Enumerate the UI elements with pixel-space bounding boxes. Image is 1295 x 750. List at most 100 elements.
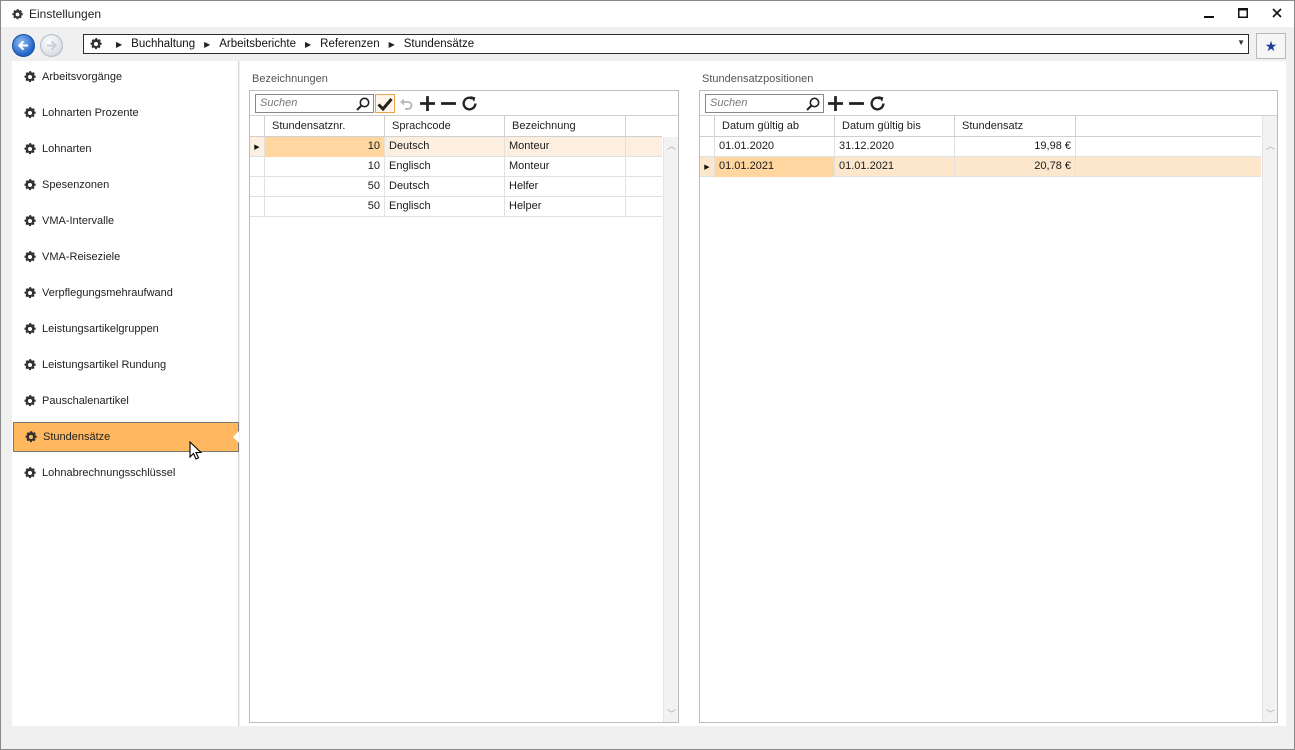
table-cell[interactable]: Monteur <box>505 157 626 177</box>
remove-button[interactable] <box>846 94 866 113</box>
row-indicator <box>250 197 265 216</box>
star-icon: ★ <box>1264 37 1278 54</box>
table-cell[interactable]: 01.01.2020 <box>715 137 835 157</box>
window-title: Einstellungen <box>29 7 102 21</box>
search-input[interactable]: Suchen <box>255 94 374 113</box>
sidebar-item[interactable]: Stundensätze <box>13 422 239 452</box>
close-button[interactable] <box>1260 1 1294 25</box>
add-button[interactable] <box>825 94 845 113</box>
row-filler <box>1076 137 1261 157</box>
minimize-button[interactable] <box>1192 1 1226 25</box>
scroll-up-icon[interactable]: ︿ <box>664 139 679 152</box>
favorite-button[interactable]: ★ <box>1256 33 1286 59</box>
search-input[interactable]: Suchen <box>705 94 824 113</box>
selection-notch <box>233 431 239 443</box>
sidebar-item[interactable]: Spesenzonen <box>13 170 239 200</box>
column-header[interactable]: Stundensatznr. <box>265 116 385 137</box>
sidebar-item-label: Verpflegungsmehraufwand <box>42 287 173 299</box>
scroll-down-icon[interactable]: ﹀ <box>664 707 679 720</box>
refresh-icon <box>462 96 477 111</box>
table-cell[interactable]: Monteur <box>505 137 626 157</box>
table-cell[interactable]: Helper <box>505 197 626 217</box>
add-button[interactable] <box>417 94 437 113</box>
sidebar-item[interactable]: Leistungsartikelgruppen <box>13 314 239 344</box>
header-indicator <box>700 116 715 137</box>
sidebar-item[interactable]: Lohnarten <box>13 134 239 164</box>
table-cell[interactable]: 19,98 € <box>955 137 1076 157</box>
forward-button[interactable] <box>40 34 63 57</box>
back-button[interactable] <box>12 34 35 57</box>
table-cell[interactable]: 50 <box>265 197 385 217</box>
refresh-icon <box>870 96 885 111</box>
search-icon <box>356 97 370 111</box>
undo-button[interactable] <box>396 94 416 113</box>
row-indicator <box>250 177 265 196</box>
refresh-button[interactable] <box>459 94 479 113</box>
sidebar-item-label: Leistungsartikelgruppen <box>42 323 159 335</box>
row-filler <box>1076 157 1261 177</box>
table-row[interactable]: 50 Englisch Helper <box>250 197 662 217</box>
breadcrumb-item[interactable]: Buchhaltung <box>131 38 195 50</box>
table-row[interactable]: ▶ 01.01.2021 01.01.2021 20,78 € <box>700 157 1261 177</box>
remove-button[interactable] <box>438 94 458 113</box>
breadcrumb-item[interactable]: Stundensätze <box>404 38 474 50</box>
minus-icon <box>848 102 864 105</box>
table-cell[interactable]: Englisch <box>385 157 505 177</box>
row-filler <box>626 137 662 157</box>
table-cell[interactable]: 20,78 € <box>955 157 1076 177</box>
maximize-button[interactable] <box>1226 1 1260 25</box>
table-cell[interactable]: 10 <box>265 157 385 177</box>
sidebar-item[interactable]: Leistungsartikel Rundung <box>13 350 239 380</box>
gear-icon <box>23 178 37 192</box>
sidebar-item[interactable]: Arbeitsvorgänge <box>13 62 239 92</box>
right-panel-title: Stundensatzpositionen <box>702 73 814 85</box>
table-row[interactable]: ▶ 10 Deutsch Monteur <box>250 137 662 157</box>
sidebar-item[interactable]: VMA-Intervalle <box>13 206 239 236</box>
arrow-left-icon <box>17 40 29 51</box>
column-header[interactable]: Datum gültig bis <box>835 116 955 137</box>
table-cell[interactable]: Deutsch <box>385 177 505 197</box>
chevron-down-icon[interactable]: ▼ <box>1237 38 1245 47</box>
gear-icon <box>23 358 37 372</box>
save-button[interactable] <box>375 94 395 113</box>
sidebar: Arbeitsvorgänge Lohnarten Prozente Lohnart… <box>12 61 239 726</box>
address-bar[interactable]: ▶ Buchhaltung ▶ Arbeitsberichte ▶ Refere… <box>83 34 1249 54</box>
table-cell[interactable]: Helfer <box>505 177 626 197</box>
bezeichnungen-grid: Suchen Stundensatznr. Sprachcode Bezeich… <box>249 90 679 723</box>
undo-icon <box>400 98 413 110</box>
table-cell[interactable]: Englisch <box>385 197 505 217</box>
arrow-right-icon <box>46 40 58 51</box>
sidebar-item[interactable]: Lohnabrechnungsschlüssel <box>13 458 239 488</box>
table-row[interactable]: 01.01.2020 31.12.2020 19,98 € <box>700 137 1261 157</box>
vertical-scrollbar[interactable]: ︿ ﹀ <box>1262 116 1277 722</box>
table-row[interactable]: 50 Deutsch Helfer <box>250 177 662 197</box>
grid-rows: ▶ 10 Deutsch Monteur 10 Englisch Monteur 50 Deut… <box>250 137 662 217</box>
table-cell[interactable]: 01.01.2021 <box>835 157 955 177</box>
column-header[interactable]: Stundensatz <box>955 116 1076 137</box>
table-cell[interactable]: 31.12.2020 <box>835 137 955 157</box>
plus-icon <box>827 96 843 111</box>
table-cell[interactable]: Deutsch <box>385 137 505 157</box>
table-cell[interactable]: 10 <box>265 137 385 157</box>
refresh-button[interactable] <box>867 94 887 113</box>
row-filler <box>626 157 662 177</box>
sidebar-item-label: Lohnabrechnungsschlüssel <box>42 467 176 479</box>
column-header[interactable]: Bezeichnung <box>505 116 626 137</box>
grid-rows: 01.01.2020 31.12.2020 19,98 € ▶ 01.01.2021 01… <box>700 137 1261 177</box>
table-cell[interactable]: 50 <box>265 177 385 197</box>
table-cell[interactable]: 01.01.2021 <box>715 157 835 177</box>
table-row[interactable]: 10 Englisch Monteur <box>250 157 662 177</box>
chevron-right-icon: ▶ <box>388 39 395 49</box>
sidebar-item[interactable]: Pauschalenartikel <box>13 386 239 416</box>
scroll-down-icon[interactable]: ﹀ <box>1263 707 1278 720</box>
sidebar-item[interactable]: Verpflegungsmehraufwand <box>13 278 239 308</box>
sidebar-item[interactable]: VMA-Reiseziele <box>13 242 239 272</box>
scroll-up-icon[interactable]: ︿ <box>1263 139 1278 152</box>
breadcrumb-item[interactable]: Referenzen <box>320 38 379 50</box>
breadcrumb-item[interactable]: Arbeitsberichte <box>219 38 296 50</box>
vertical-scrollbar[interactable]: ︿ ﹀ <box>663 137 678 722</box>
gear-icon <box>23 286 37 300</box>
sidebar-item[interactable]: Lohnarten Prozente <box>13 98 239 128</box>
column-header[interactable]: Sprachcode <box>385 116 505 137</box>
column-header[interactable]: Datum gültig ab <box>715 116 835 137</box>
